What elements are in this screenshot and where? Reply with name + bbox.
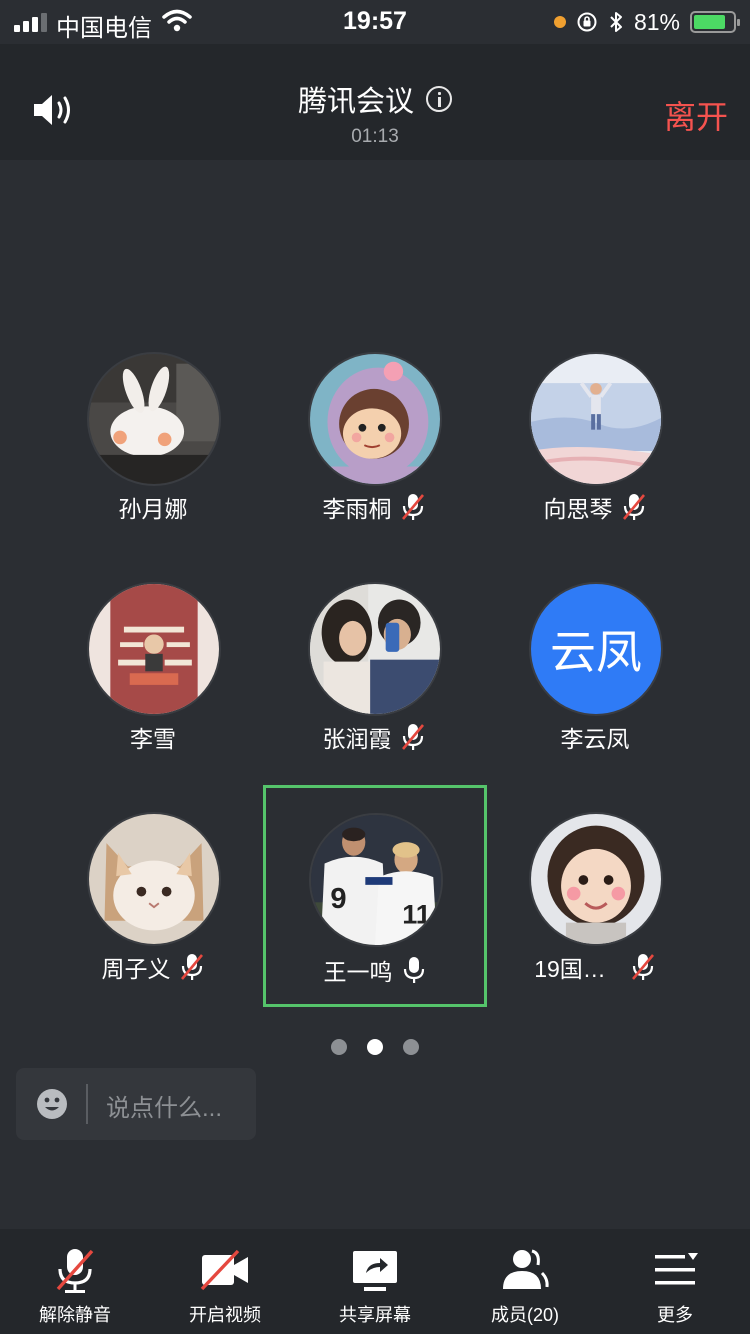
participant-name: 李云凤 — [560, 726, 630, 752]
avatar — [87, 812, 221, 946]
participant-tile[interactable]: 李雨桐 — [264, 352, 484, 552]
cartoon-girl — [310, 354, 440, 484]
participant-name-row: 李雪 — [43, 720, 263, 754]
poster-cartoon — [89, 584, 219, 714]
more-label: 更多 — [657, 1305, 693, 1325]
participant-tile[interactable]: 李雪 — [43, 582, 263, 782]
participant-tile-active-speaker[interactable]: 9 11 王一鸣 — [263, 785, 487, 1007]
participant-tile[interactable]: 张润霞 — [264, 582, 484, 782]
mic-muted-icon — [622, 494, 645, 520]
avatar — [308, 352, 442, 486]
mic-muted-icon — [401, 724, 424, 750]
members-icon — [503, 1249, 549, 1289]
participant-name: 李雪 — [130, 726, 176, 752]
participant-tile[interactable]: 向思琴 — [485, 352, 705, 552]
page-dot[interactable] — [403, 1039, 419, 1055]
page-dot-current[interactable] — [367, 1039, 383, 1055]
participant-name-row: 王一鸣 — [266, 953, 484, 987]
more-button[interactable]: 更多 — [600, 1229, 750, 1334]
members-button[interactable]: 成员(20) — [450, 1229, 600, 1334]
mic-icon — [403, 957, 424, 983]
participant-name: 向思琴 — [543, 496, 613, 522]
emoji-icon[interactable] — [36, 1088, 68, 1120]
start-video-label: 开启视频 — [189, 1305, 261, 1325]
participant-name: 孙月娜 — [118, 496, 188, 522]
mic-muted-icon — [180, 954, 203, 980]
participant-name: 周子义 — [101, 956, 171, 982]
more-icon — [655, 1253, 698, 1285]
mic-muted-icon — [631, 954, 654, 980]
unmute-label: 解除静音 — [39, 1305, 111, 1325]
participant-name-row: 周子义 — [43, 950, 263, 984]
beach-person — [531, 354, 661, 484]
members-label: 成员(20) — [490, 1305, 559, 1325]
avatar — [87, 582, 221, 716]
child-photo — [531, 814, 661, 944]
rabbit-photo — [89, 354, 219, 484]
page-indicator[interactable] — [0, 1039, 750, 1055]
start-video-button[interactable]: 开启视频 — [150, 1229, 300, 1334]
share-screen-icon — [353, 1251, 397, 1291]
video-off-icon — [200, 1249, 248, 1291]
participant-tile[interactable]: 周子义 — [43, 812, 263, 1012]
share-screen-label: 共享屏幕 — [339, 1305, 411, 1325]
avatar — [529, 352, 663, 486]
participant-name-row: 张润霞 — [264, 720, 484, 754]
participant-name: 李雨桐 — [322, 496, 392, 522]
participant-name: 19国… — [534, 956, 606, 982]
participant-tile[interactable]: 云凤 李云凤 — [485, 582, 705, 782]
participant-name-row: 19国… — [485, 950, 705, 984]
participant-tile[interactable]: 19国… — [485, 812, 705, 1012]
participant-name-row: 李云凤 — [485, 720, 705, 754]
couple-photo — [310, 584, 440, 714]
avatar — [87, 352, 221, 486]
avatar — [308, 582, 442, 716]
participant-name-row: 李雨桐 — [264, 490, 484, 524]
chat-divider — [86, 1084, 88, 1124]
chat-input[interactable]: 说点什么... — [16, 1068, 256, 1140]
participant-tile[interactable]: 孙月娜 — [43, 352, 263, 552]
avatar — [529, 812, 663, 946]
svg-text:11: 11 — [402, 899, 431, 930]
svg-text:9: 9 — [330, 883, 346, 915]
participant-name-row: 向思琴 — [485, 490, 705, 524]
bottom-toolbar: 解除静音 开启视频 共享屏幕 成员(20) 更多 — [0, 1229, 750, 1334]
avatar-initials: 云凤 — [529, 582, 663, 716]
mic-muted-icon — [401, 494, 424, 520]
page-dot[interactable] — [331, 1039, 347, 1055]
unmute-button[interactable]: 解除静音 — [0, 1229, 150, 1334]
avatar: 9 11 — [309, 813, 443, 947]
cat-photo — [89, 814, 219, 944]
mic-muted-icon — [56, 1249, 94, 1293]
chat-placeholder[interactable]: 说点什么... — [106, 1088, 222, 1123]
football-players: 9 11 — [311, 815, 441, 945]
participant-name: 张润霞 — [322, 726, 392, 752]
participant-name-row: 孙月娜 — [43, 490, 263, 524]
share-screen-button[interactable]: 共享屏幕 — [300, 1229, 450, 1334]
participant-name: 王一鸣 — [323, 959, 393, 985]
